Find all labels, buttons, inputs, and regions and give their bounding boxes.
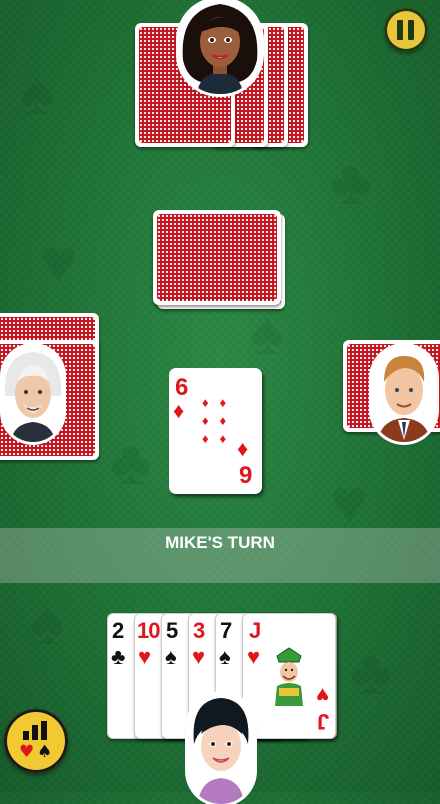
pause-icon-bar (408, 20, 414, 40)
heart-icon: ♥ (138, 644, 152, 669)
background-suit: ♣ (110, 426, 152, 498)
diamond-icon: ♦ (173, 398, 185, 423)
top-opponent-avatar (179, 0, 261, 94)
left-opponent-avatar (3, 346, 63, 442)
background-suit: ♠ (30, 586, 64, 658)
card-rank: 5 (166, 618, 178, 643)
diamond-icon: ♦ (237, 436, 249, 461)
diamond-icon: ♦ (202, 431, 209, 446)
played-card-bottom-rank: 9 (239, 462, 252, 489)
woman-face-icon (179, 0, 261, 94)
background-suit: ♠ (20, 56, 54, 128)
card-rank: 7 (220, 618, 232, 643)
background-suit: ♠ (250, 296, 284, 368)
svg-text:♠: ♠ (37, 742, 52, 762)
background-suit: ♣ (330, 146, 372, 218)
svg-text:♥: ♥ (19, 742, 34, 762)
jack-figure-icon (275, 647, 303, 706)
heart-icon: ♥ (247, 644, 261, 669)
diamond-icon: ♦ (202, 413, 209, 428)
spade-icon: ♠ (165, 644, 177, 669)
spade-icon: ♠ (219, 644, 231, 669)
stats-button[interactable]: ♥ ♠ (4, 709, 68, 773)
man-face-icon (372, 346, 436, 442)
played-card: 6 ♦ ♦ ♦ ♦ ♦ ♦ ♦ ♦ 9 (169, 368, 262, 494)
card-rank: 3 (193, 618, 205, 643)
card-rank: 10 (137, 618, 161, 643)
stats-icon: ♥ ♠ (19, 721, 52, 762)
heart-icon: ♥ (315, 683, 329, 708)
card-rank: 2 (112, 618, 124, 643)
diamond-icon: ♦ (202, 395, 209, 410)
heart-icon: ♥ (192, 644, 206, 669)
diamond-icon: ♦ (219, 395, 227, 410)
club-icon: ♣ (111, 644, 126, 669)
young-woman-face-icon (188, 694, 254, 804)
card-rank: J (317, 709, 329, 734)
right-opponent-avatar (372, 346, 436, 442)
turn-banner-text: MIKE'S TURN (165, 533, 275, 552)
background-suit: ♥ (330, 466, 368, 538)
pause-icon (397, 20, 403, 40)
diamond-pips: ♦ ♦ ♦ ♦ ♦ ♦ (202, 394, 238, 448)
hand-card[interactable]: J ♥ ♥ J (242, 613, 336, 739)
pause-button[interactable] (384, 8, 428, 52)
card-rank: J (249, 618, 261, 643)
card-back (153, 210, 281, 305)
diamond-icon: ♦ (219, 431, 227, 446)
diamond-icon: ♦ (219, 413, 227, 428)
old-man-face-icon (3, 346, 63, 442)
background-suit: ♣ (350, 636, 392, 708)
player-avatar (188, 694, 254, 804)
background-suit: ♥ (40, 226, 78, 298)
